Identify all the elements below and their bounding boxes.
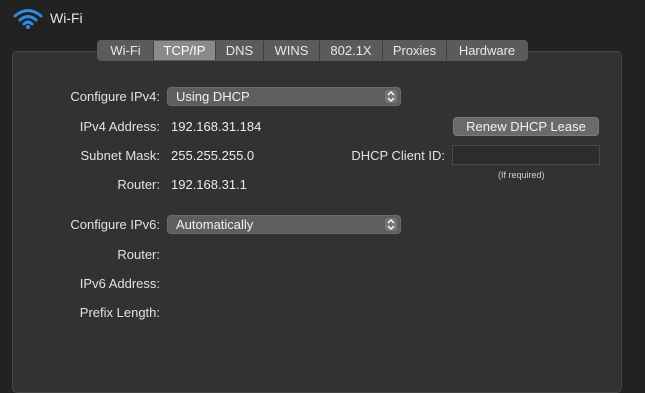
ipv6-address-label: IPv6 Address: bbox=[79, 276, 160, 291]
tab-dns[interactable]: DNS bbox=[216, 41, 264, 60]
tab-tcpip[interactable]: TCP/IP bbox=[154, 41, 216, 60]
ipv6-prefix-length-label: Prefix Length: bbox=[79, 305, 160, 320]
renew-dhcp-lease-button[interactable]: Renew DHCP Lease bbox=[453, 117, 599, 136]
ipv4-router-label: Router: bbox=[117, 177, 160, 192]
subnet-mask-value: 255.255.255.0 bbox=[171, 148, 255, 163]
dhcp-client-id-hint: (If required) bbox=[498, 170, 545, 180]
ipv6-router-label: Router: bbox=[117, 247, 160, 262]
window-title: Wi-Fi bbox=[50, 10, 83, 26]
ipv4-address-label: IPv4 Address: bbox=[79, 119, 160, 134]
configure-ipv4-label: Configure IPv4: bbox=[70, 89, 160, 104]
configure-ipv4-select[interactable]: Using DHCP bbox=[167, 87, 401, 106]
window-header: Wi-Fi bbox=[0, 0, 645, 40]
tab-wins[interactable]: WINS bbox=[264, 41, 320, 60]
tab-8021x[interactable]: 802.1X bbox=[320, 41, 383, 60]
chevron-updown-icon bbox=[385, 218, 397, 231]
configure-ipv6-select[interactable]: Automatically bbox=[167, 215, 401, 234]
subnet-mask-label: Subnet Mask: bbox=[80, 148, 161, 163]
configure-ipv6-value: Automatically bbox=[176, 217, 254, 232]
tab-bar: Wi-Fi TCP/IP DNS WINS 802.1X Proxies Har… bbox=[97, 40, 528, 61]
wifi-icon bbox=[13, 9, 43, 29]
ipv4-router-value: 192.168.31.1 bbox=[171, 177, 247, 192]
tab-hardware[interactable]: Hardware bbox=[447, 41, 527, 60]
dhcp-client-id-field[interactable] bbox=[452, 145, 600, 165]
configure-ipv6-label: Configure IPv6: bbox=[70, 217, 160, 232]
dhcp-client-id-label: DHCP Client ID: bbox=[351, 148, 445, 163]
chevron-updown-icon bbox=[385, 90, 397, 103]
ipv4-address-value: 192.168.31.184 bbox=[171, 119, 262, 134]
tab-wifi[interactable]: Wi-Fi bbox=[98, 41, 154, 60]
tab-proxies[interactable]: Proxies bbox=[383, 41, 447, 60]
configure-ipv4-value: Using DHCP bbox=[176, 89, 250, 104]
